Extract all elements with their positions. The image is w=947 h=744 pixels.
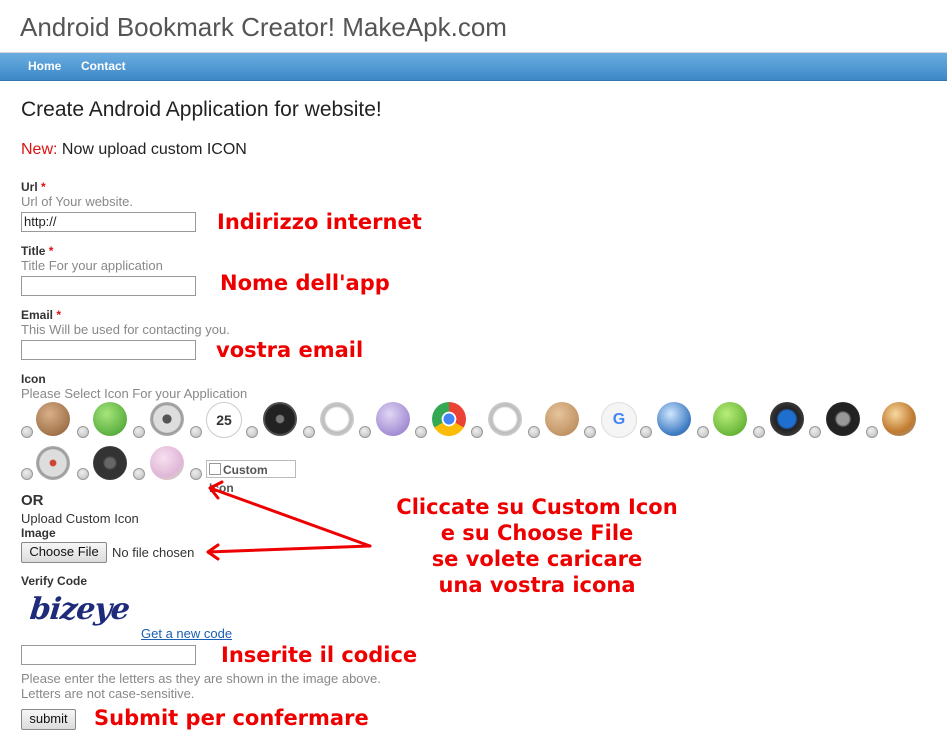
annotation-arrows (206, 480, 372, 561)
arrow-to-custom-icon (208, 486, 372, 548)
arrow-to-choose-file (206, 544, 372, 554)
